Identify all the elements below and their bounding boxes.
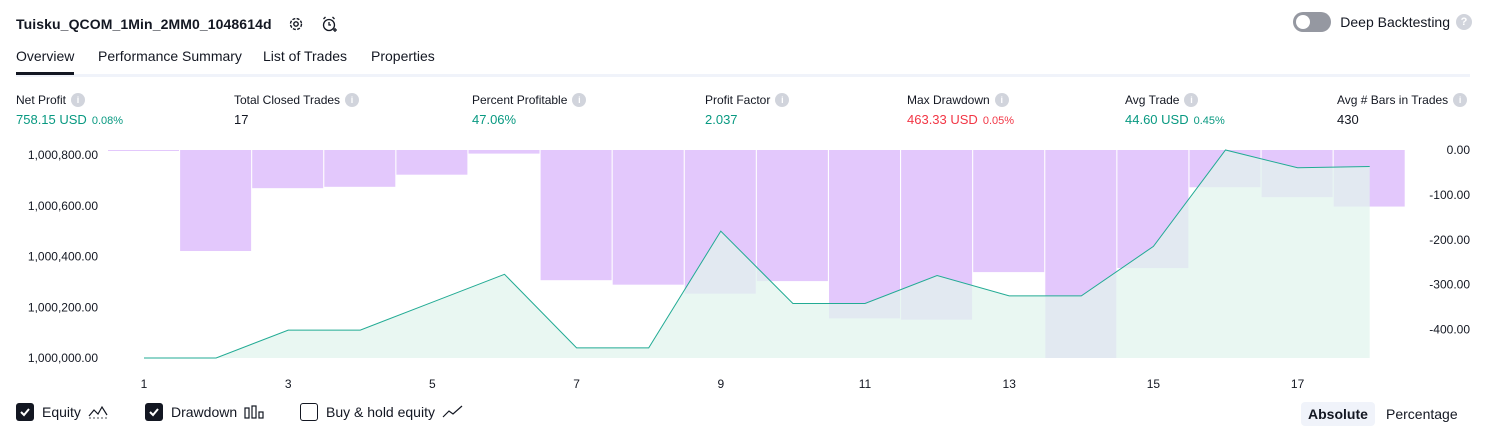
metric-label: Avg Trade — [1125, 93, 1180, 107]
deep-backtesting-label: Deep Backtesting — [1340, 14, 1450, 30]
legend-drawdown[interactable]: Drawdown — [145, 403, 264, 421]
alarm-clock-plus-icon[interactable] — [320, 14, 340, 34]
info-icon[interactable]: i — [572, 93, 587, 107]
right-axis-tick: -400.00 — [1429, 323, 1470, 337]
x-axis-tick: 7 — [573, 377, 580, 391]
metric-max-drawdown: Max Drawdown i 463.33 USD 0.05% — [907, 93, 1014, 127]
metric-value: 2.037 — [705, 112, 738, 127]
right-axis-tick: -300.00 — [1429, 278, 1470, 292]
x-axis-tick: 3 — [285, 377, 292, 391]
metric-value: 44.60 USD — [1125, 112, 1189, 127]
legend-label: Drawdown — [171, 404, 238, 420]
tab-overview[interactable]: Overview — [16, 48, 75, 75]
metric-profit-factor: Profit Factor i 2.037 — [705, 93, 790, 127]
help-icon[interactable]: ? — [1456, 14, 1472, 30]
legend-equity[interactable]: Equity — [16, 403, 110, 421]
drawdown-bar — [540, 150, 612, 281]
right-axis-tick: 0.00 — [1447, 143, 1471, 157]
metric-label: Max Drawdown — [907, 93, 990, 107]
right-axis-tick: -100.00 — [1429, 188, 1470, 202]
left-axis-tick: 1,000,200.00 — [28, 300, 98, 314]
left-axis-tick: 1,000,800.00 — [28, 148, 98, 162]
drawdown-bar — [108, 150, 179, 151]
line-chart-icon — [88, 405, 110, 419]
equity-checkbox[interactable] — [16, 403, 34, 421]
metric-label: Net Profit — [16, 93, 67, 107]
drawdown-bar — [252, 150, 324, 189]
gear-icon[interactable] — [286, 14, 306, 34]
left-axis-tick: 1,000,400.00 — [28, 250, 98, 264]
deep-backtesting: Deep Backtesting ? — [1293, 12, 1472, 32]
left-axis-tick: 1,000,600.00 — [28, 199, 98, 213]
percentage-toggle[interactable]: Percentage — [1379, 402, 1465, 426]
buy-hold-checkbox[interactable] — [300, 403, 318, 421]
legend-label: Equity — [42, 404, 81, 420]
metric-value: 463.33 USD — [907, 112, 978, 127]
drawdown-bar — [324, 150, 396, 187]
metric-label: Total Closed Trades — [234, 93, 341, 107]
metric-net-profit: Net Profit i 758.15 USD 0.08% — [16, 93, 123, 127]
tab-performance-summary[interactable]: Performance Summary — [98, 48, 242, 72]
info-icon[interactable]: i — [775, 93, 790, 107]
drawdown-checkbox[interactable] — [145, 403, 163, 421]
x-axis-tick: 17 — [1291, 377, 1305, 391]
trend-line-icon — [442, 405, 464, 419]
metric-total-closed-trades: Total Closed Trades i 17 — [234, 93, 360, 127]
legend-buy-hold[interactable]: Buy & hold equity — [300, 403, 464, 421]
strategy-title: Tuisku_QCOM_1Min_2MM0_1048614d — [16, 16, 272, 32]
info-icon[interactable]: i — [1453, 93, 1468, 107]
absolute-toggle[interactable]: Absolute — [1301, 402, 1375, 426]
deep-backtesting-toggle[interactable] — [1293, 12, 1332, 32]
metric-value: 47.06% — [472, 112, 517, 127]
info-icon[interactable]: i — [994, 93, 1009, 107]
x-axis-tick: 15 — [1147, 377, 1161, 391]
tab-properties[interactable]: Properties — [371, 48, 435, 72]
drawdown-bar — [829, 150, 900, 319]
drawdown-bar — [396, 150, 468, 175]
left-axis-tick: 1,000,000.00 — [28, 351, 98, 365]
tab-bar: Overview Performance Summary List of Tra… — [16, 44, 1470, 77]
toggle-knob — [1296, 15, 1311, 29]
metric-percent: 0.05% — [982, 115, 1015, 127]
metric-percent: 0.08% — [91, 115, 124, 127]
metric-label: Percent Profitable — [472, 93, 568, 107]
drawdown-bar — [612, 150, 684, 285]
drawdown-bar — [973, 150, 1045, 273]
metric-percent: 0.45% — [1193, 115, 1225, 127]
equity-drawdown-chart[interactable]: 1,000,800.00 1,000,600.00 1,000,400.00 1,00… — [0, 140, 1486, 398]
metric-label: Avg # Bars in Trades — [1337, 93, 1449, 107]
metric-percent-profitable: Percent Profitable i 47.06% — [472, 93, 587, 127]
metric-avg-bars: Avg # Bars in Trades i 430 — [1337, 93, 1468, 127]
bar-chart-icon — [244, 405, 264, 419]
info-icon[interactable]: i — [71, 93, 86, 107]
x-axis-tick: 11 — [859, 377, 872, 391]
drawdown-bar — [756, 150, 828, 282]
info-icon[interactable]: i — [1184, 93, 1199, 107]
drawdown-bar — [468, 150, 540, 154]
x-axis-tick: 9 — [717, 377, 724, 391]
metric-value: 430 — [1337, 112, 1359, 127]
legend-label: Buy & hold equity — [326, 404, 435, 420]
tab-list-of-trades[interactable]: List of Trades — [263, 48, 347, 72]
metric-avg-trade: Avg Trade i 44.60 USD 0.45% — [1125, 93, 1225, 127]
strategy-header: Tuisku_QCOM_1Min_2MM0_1048614d — [16, 10, 340, 38]
metric-label: Profit Factor — [705, 93, 771, 107]
drawdown-bar — [180, 150, 252, 252]
x-axis-tick: 1 — [141, 377, 148, 391]
metric-value: 758.15 USD — [16, 112, 87, 127]
x-axis-tick: 13 — [1003, 377, 1017, 391]
metric-value: 17 — [234, 112, 249, 127]
right-axis-tick: -200.00 — [1429, 233, 1470, 247]
info-icon[interactable]: i — [345, 93, 360, 107]
x-axis-tick: 5 — [429, 377, 436, 391]
